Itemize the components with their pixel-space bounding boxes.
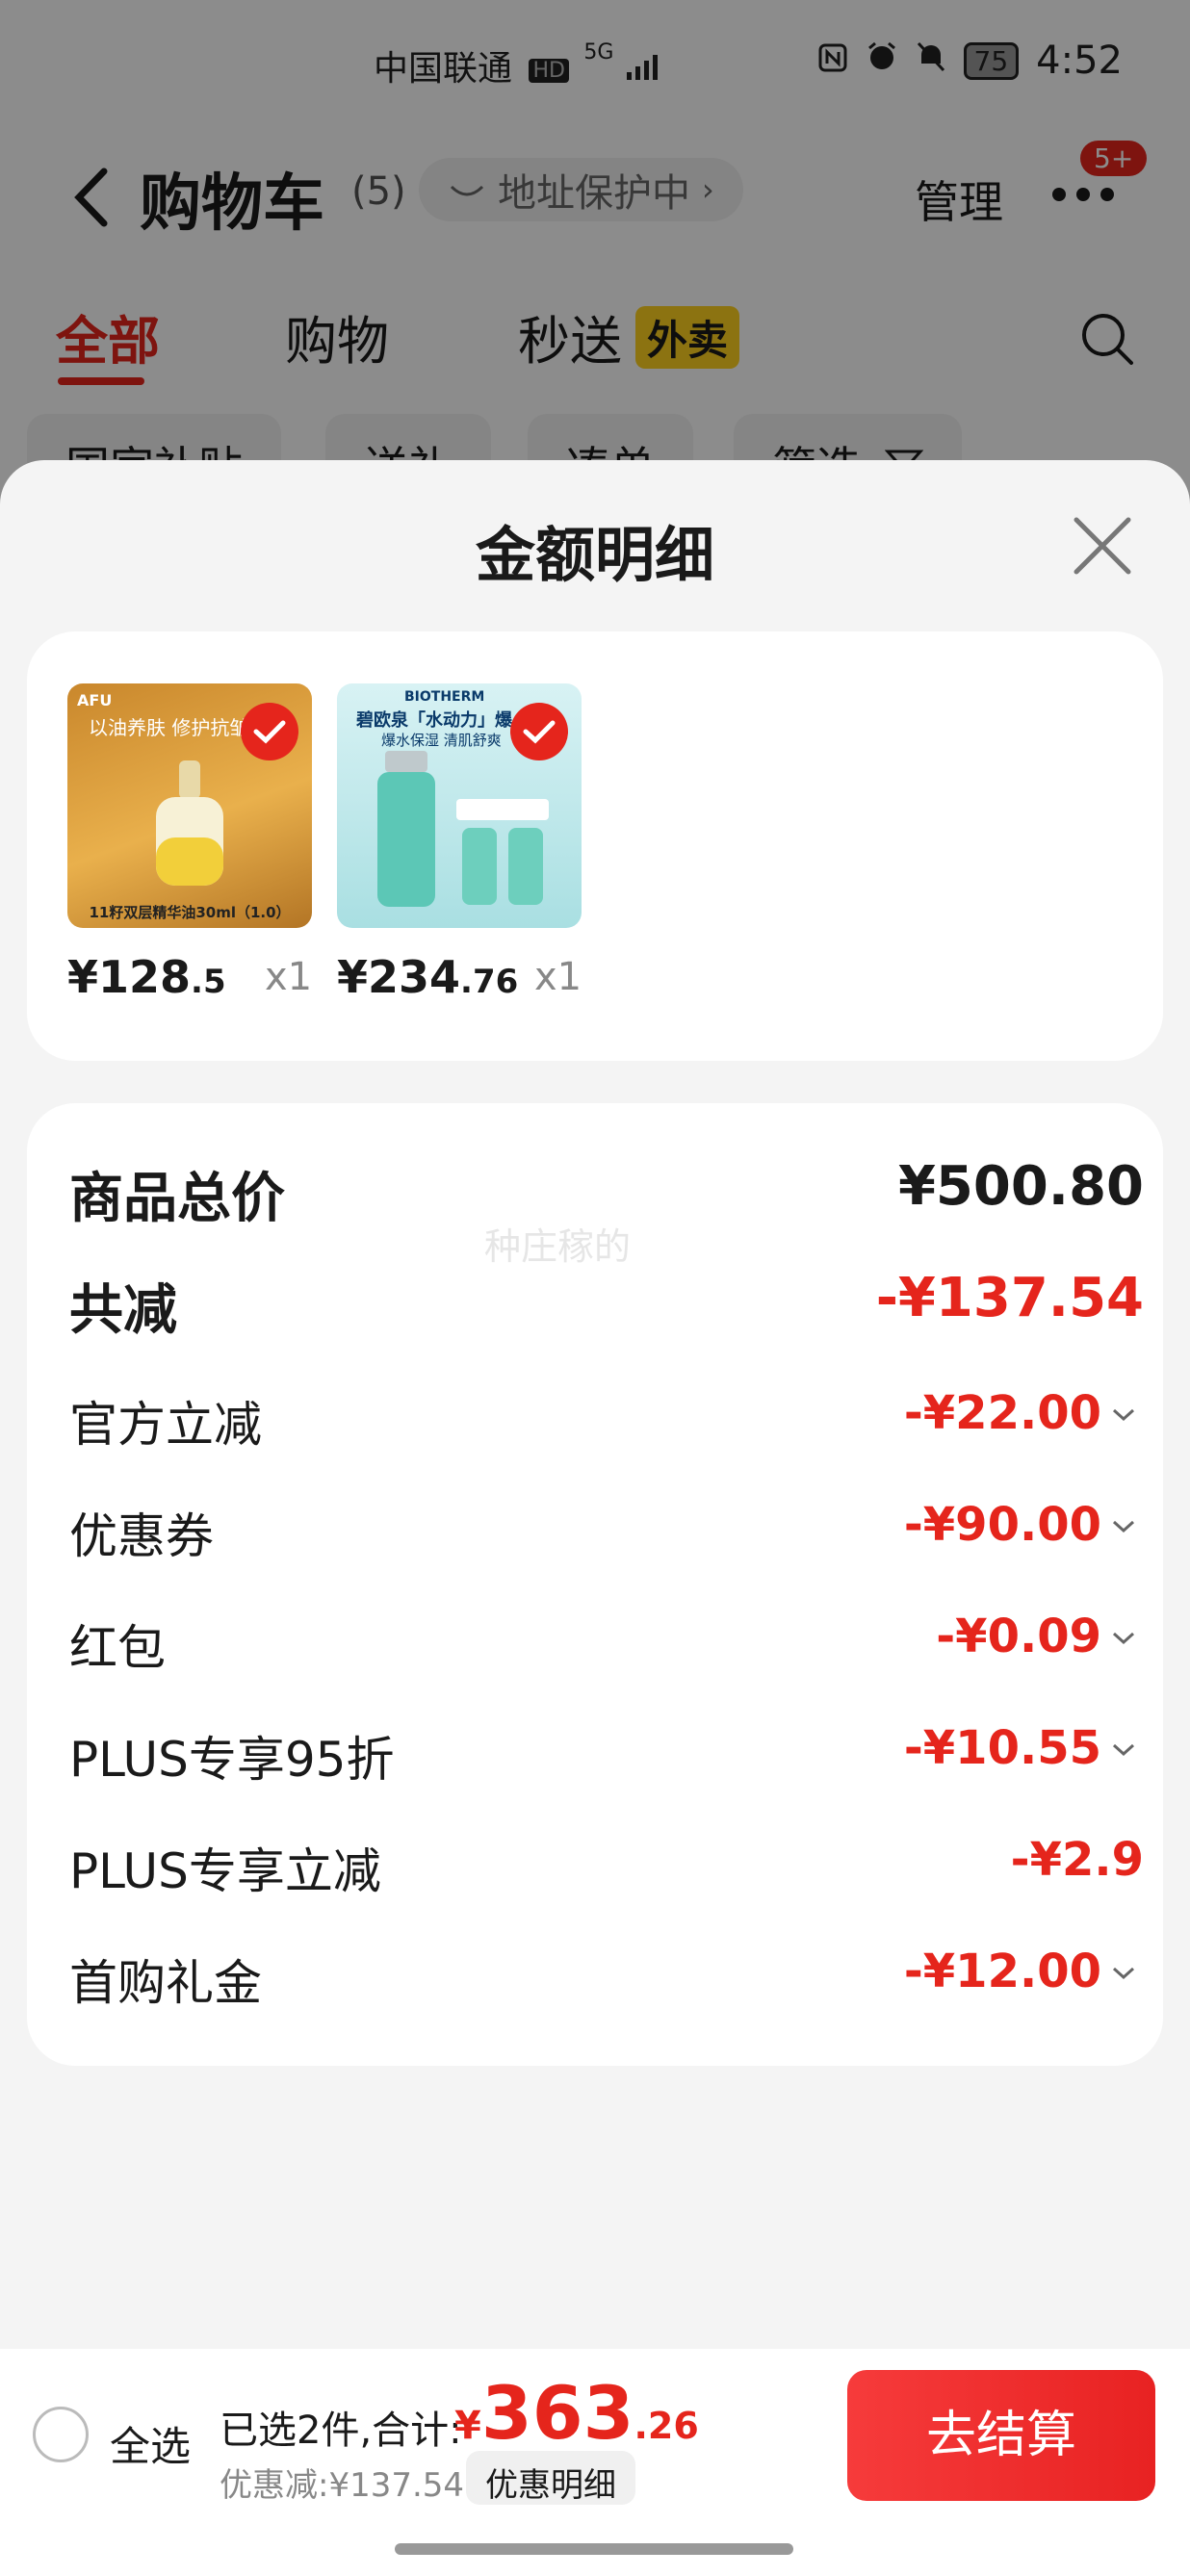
- discount-detail-button[interactable]: 优惠明细: [466, 2451, 635, 2505]
- products-card: AFU 以油养肤 修护抗皱 11籽双层精华油30ml（1.0） ¥128.5 x…: [27, 631, 1163, 1061]
- summary-row-plus-95[interactable]: PLUS专享95折 -¥10.55: [69, 1721, 1144, 1798]
- summary-label: 红包: [69, 1620, 166, 1676]
- summary-value: -¥90.00: [903, 1498, 1101, 1552]
- summary-row-coupon[interactable]: 优惠券 -¥90.00: [69, 1498, 1144, 1575]
- thumb-caption: 11籽双层精华油30ml（1.0）: [89, 904, 291, 921]
- summary-row-discount-total: 共减 -¥137.54: [69, 1267, 1144, 1344]
- summary-row-redpacket[interactable]: 红包 -¥0.09: [69, 1610, 1144, 1687]
- amount-detail-sheet: 金额明细 AFU 以油养肤 修护抗皱 11籽双层精华油30ml（1.0） ¥12…: [0, 460, 1190, 2576]
- chevron-down-icon: [1112, 1520, 1135, 1533]
- chevron-down-icon: [1112, 1408, 1135, 1422]
- select-all-radio[interactable]: [33, 2407, 89, 2462]
- summary-label: 优惠券: [69, 1508, 214, 1564]
- summary-label: PLUS专享95折: [69, 1732, 395, 1788]
- summary-card: 种庄稼的 商品总价 ¥500.80 共减 -¥137.54 官方立减 -¥22.…: [27, 1103, 1163, 2066]
- chevron-down-icon: [1112, 1967, 1135, 1980]
- summary-value: ¥500.80: [897, 1155, 1144, 1218]
- summary-value: -¥2.9: [1010, 1833, 1144, 1887]
- summary-row-official[interactable]: 官方立减 -¥22.00: [69, 1386, 1144, 1463]
- product-thumbnail: BIOTHERM 碧欧泉「水动力」爆 爆水保湿 清肌舒爽: [337, 683, 582, 928]
- summary-label: 共减: [69, 1279, 177, 1342]
- price-int: ¥128: [67, 951, 192, 1003]
- summary-value: -¥22.00: [903, 1386, 1101, 1440]
- total-currency: ¥: [454, 2404, 481, 2448]
- summary-label: 首购礼金: [69, 1955, 262, 2011]
- summary-value: -¥137.54: [875, 1267, 1144, 1329]
- chevron-down-icon: [1112, 1632, 1135, 1645]
- total-dec: .26: [634, 2405, 699, 2447]
- product-item[interactable]: BIOTHERM 碧欧泉「水动力」爆 爆水保湿 清肌舒爽 ¥234.76 x1: [337, 683, 583, 1003]
- summary-label: PLUS专享立减: [69, 1843, 381, 1899]
- summary-row-first-purchase[interactable]: 首购礼金 -¥12.00: [69, 1945, 1144, 2022]
- product-qty: x1: [534, 955, 582, 999]
- close-icon[interactable]: [1071, 514, 1134, 578]
- product-price: ¥234.76: [337, 951, 518, 1003]
- checkmark-icon: [241, 703, 298, 760]
- price-int: ¥234: [337, 951, 461, 1003]
- product-price: ¥128.5: [67, 951, 226, 1003]
- summary-value: -¥0.09: [936, 1610, 1101, 1663]
- summary-label: 商品总价: [69, 1168, 285, 1230]
- summary-label: 官方立减: [69, 1397, 262, 1453]
- selected-summary: 已选2件,合计:: [220, 2409, 462, 2453]
- product-thumbnail: AFU 以油养肤 修护抗皱 11籽双层精华油30ml（1.0）: [67, 683, 312, 928]
- product-item[interactable]: AFU 以油养肤 修护抗皱 11籽双层精华油30ml（1.0） ¥128.5 x…: [67, 683, 314, 1003]
- discount-summary: 优惠减:¥137.54: [220, 2466, 465, 2505]
- home-indicator[interactable]: [395, 2543, 793, 2555]
- checkout-bar: 全选 已选2件,合计: ¥363.26 优惠减:¥137.54 优惠明细 去结算: [0, 2349, 1190, 2576]
- sheet-title: 金额明细: [475, 520, 714, 590]
- summary-row-plus-discount: PLUS专享立减 -¥2.9: [69, 1833, 1144, 1910]
- price-dec: .5: [191, 963, 226, 1001]
- total-int: 363: [480, 2370, 634, 2456]
- price-dec: .76: [460, 963, 519, 1001]
- chevron-down-icon: [1112, 1743, 1135, 1757]
- summary-row-total: 商品总价 ¥500.80: [69, 1155, 1144, 1232]
- select-all-label[interactable]: 全选: [110, 2414, 191, 2473]
- product-qty: x1: [265, 955, 313, 999]
- total-price: ¥363.26: [454, 2370, 699, 2456]
- summary-value: -¥12.00: [903, 1945, 1101, 1998]
- checkout-button[interactable]: 去结算: [847, 2370, 1155, 2501]
- summary-value: -¥10.55: [903, 1721, 1101, 1775]
- checkmark-icon: [510, 703, 568, 760]
